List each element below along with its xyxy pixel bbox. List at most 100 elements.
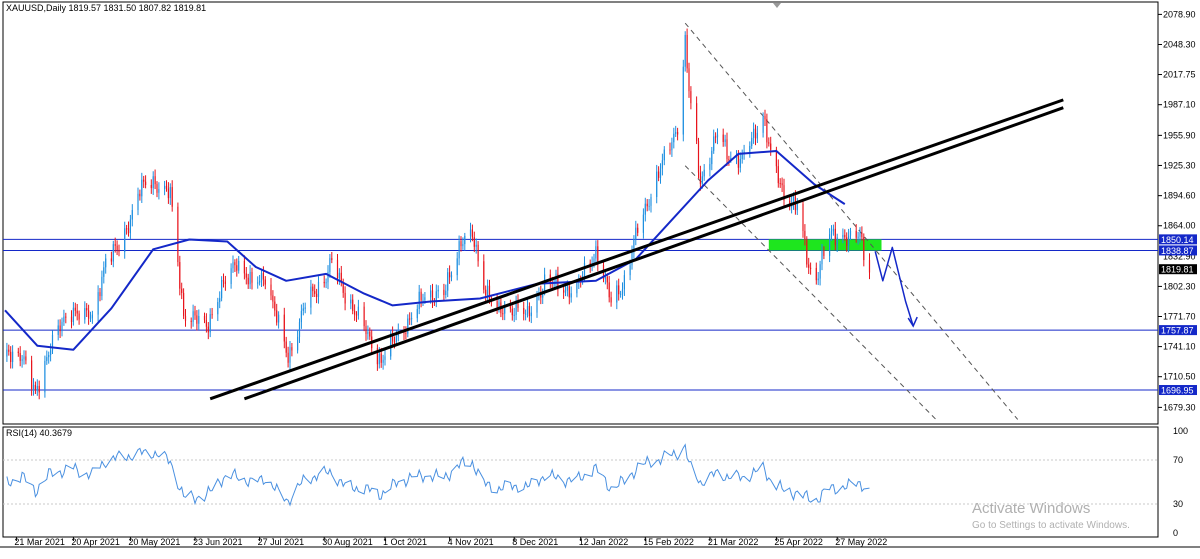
candle-body	[88, 310, 90, 319]
candle-body	[350, 299, 352, 304]
candle-body	[861, 232, 863, 238]
candle-body	[673, 133, 675, 143]
candle-body	[447, 272, 449, 291]
candle-body	[487, 285, 489, 296]
level-price-label: 1838.87	[1161, 246, 1194, 256]
price-chart: 2078.90 2048.30 2017.75 1987.10 1955.90 1925.…	[0, 1, 1200, 548]
candle-body	[464, 235, 466, 245]
candle-body	[317, 281, 320, 297]
candle-body	[327, 271, 329, 283]
candle-body	[165, 185, 168, 189]
candle-body	[810, 267, 812, 269]
candle-body	[21, 359, 23, 361]
candle-body	[150, 184, 152, 189]
candle-body	[431, 290, 434, 302]
time-tick-label: 27 Jul 2021	[258, 537, 305, 547]
channel-line	[684, 22, 1019, 420]
candle-body	[355, 314, 358, 316]
candle-body	[449, 272, 451, 278]
candle-body	[855, 230, 857, 238]
candle-body	[728, 159, 730, 161]
candle-body	[198, 316, 200, 324]
candle-body	[384, 356, 386, 360]
candle-body	[323, 281, 325, 284]
candle-body	[329, 258, 331, 272]
candle-body	[836, 237, 838, 246]
candle-body	[336, 259, 339, 279]
time-tick-label: 20 Apr 2021	[71, 537, 120, 547]
candle-body	[141, 179, 143, 197]
candle-body	[217, 302, 219, 315]
candle-body	[620, 293, 622, 295]
candle-body	[380, 353, 382, 363]
candle-body	[650, 197, 652, 206]
candle-body	[101, 276, 103, 297]
candle-body	[684, 34, 686, 67]
candle-body	[583, 262, 586, 277]
candle-body	[644, 203, 646, 215]
candle-body	[59, 325, 61, 332]
candle-body	[84, 308, 86, 320]
candle-body	[815, 267, 817, 281]
candle-body	[221, 279, 223, 299]
candle-body	[19, 353, 21, 361]
candle-body	[409, 318, 411, 320]
candle-body	[525, 313, 527, 315]
candle-body	[703, 169, 705, 177]
candle-body	[648, 205, 650, 207]
candle-body	[395, 336, 397, 342]
candle-body	[251, 271, 253, 283]
candle-body	[677, 132, 679, 135]
candle-body	[158, 188, 160, 193]
candle-body	[608, 282, 610, 298]
candle-body	[184, 315, 187, 321]
price-tick-label: 2078.90	[1163, 9, 1196, 19]
candle-body	[167, 188, 169, 199]
watermark-line2: Go to Settings to activate Windows.	[972, 520, 1130, 531]
candle-body	[469, 229, 472, 236]
candle-body	[726, 139, 728, 160]
price-tick-label: 1864.00	[1163, 221, 1196, 231]
candle-body	[89, 318, 92, 320]
candle-body	[663, 149, 665, 161]
candle-body	[63, 316, 65, 322]
candle-body	[462, 244, 464, 247]
price-tick-label: 2017.75	[1163, 70, 1196, 80]
candle-body	[715, 136, 717, 138]
candle-body	[74, 307, 76, 311]
candle-body	[697, 140, 700, 173]
candle-body	[618, 285, 620, 295]
candle-body	[97, 292, 99, 315]
candle-body	[458, 241, 460, 259]
rsi-tick-label: 0	[1173, 528, 1178, 538]
candle-body	[287, 352, 289, 363]
candle-body	[139, 193, 141, 197]
candle-body	[473, 237, 475, 247]
candle-body	[6, 349, 8, 357]
candle-body	[483, 261, 485, 290]
candle-body	[297, 336, 299, 351]
candle-body	[513, 314, 515, 316]
candle-body	[716, 134, 719, 138]
candle-body	[312, 286, 314, 292]
candle-body	[848, 235, 850, 246]
candle-body	[637, 227, 639, 233]
candle-body	[23, 356, 25, 360]
candle-body	[724, 139, 726, 143]
candle-body	[48, 354, 50, 358]
candle-body	[131, 210, 133, 220]
candle-body	[416, 308, 418, 319]
candle-body	[781, 183, 783, 186]
candle-body	[393, 341, 396, 343]
price-tick-label: 1802.30	[1163, 281, 1196, 291]
candle-body	[846, 237, 848, 246]
candle-body	[496, 301, 498, 308]
candle-body	[671, 142, 673, 151]
candle-body	[405, 333, 407, 335]
candle-body	[378, 353, 380, 365]
candle-body	[243, 260, 245, 274]
candle-body	[477, 244, 479, 262]
candle-body	[566, 286, 568, 291]
price-panel-border	[2, 1, 1159, 425]
candle-body	[338, 272, 340, 279]
